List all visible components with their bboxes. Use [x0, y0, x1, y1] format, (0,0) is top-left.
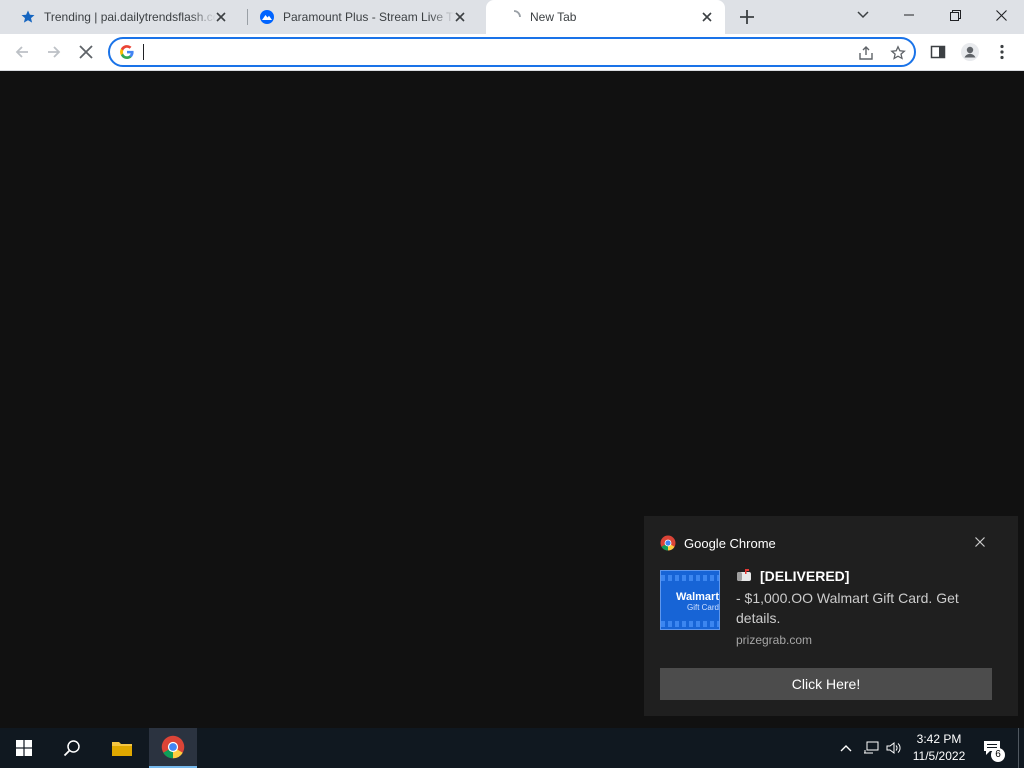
browser-toolbar — [0, 34, 1024, 71]
card-pattern — [661, 621, 719, 627]
show-desktop-button[interactable] — [1018, 728, 1019, 768]
notification-close-icon[interactable] — [972, 534, 988, 550]
notification-title: [DELIVERED] — [736, 568, 849, 584]
close-tab-icon[interactable] — [699, 9, 715, 25]
notification-source: prizegrab.com — [736, 633, 813, 647]
paramount-favicon-icon — [259, 9, 275, 25]
text-caret — [143, 44, 144, 60]
tab-search-button[interactable] — [840, 0, 886, 30]
speaker-icon — [886, 742, 901, 754]
gift-card-image: Walmart Gift Card — [660, 570, 720, 630]
search-icon — [63, 740, 80, 757]
tab-trending[interactable]: Trending | pai.dailytrendsflash.com — [0, 0, 239, 34]
side-panel-button[interactable] — [924, 38, 952, 66]
clock-time: 3:42 PM — [916, 732, 962, 746]
network-button[interactable] — [861, 738, 881, 758]
tab-title: Paramount Plus - Stream Live TV — [283, 10, 455, 24]
chrome-logo-icon — [660, 535, 676, 551]
chevron-up-icon — [840, 745, 852, 752]
notification-title-text: [DELIVERED] — [760, 568, 850, 584]
avatar-icon — [961, 43, 979, 61]
tab-paramount[interactable]: Paramount Plus - Stream Live TV — [239, 0, 478, 34]
restore-icon — [949, 9, 961, 21]
card-pattern — [661, 575, 719, 581]
folder-icon — [112, 742, 132, 756]
address-input[interactable] — [142, 42, 846, 64]
back-button[interactable] — [8, 38, 36, 66]
notification-toast[interactable]: Google Chrome Walmart Gift Card [DELIVER… — [644, 516, 1018, 716]
tab-title: Trending | pai.dailytrendsflash.com — [44, 10, 216, 24]
tab-new-tab[interactable]: New Tab — [486, 0, 725, 34]
tab-title: New Tab — [530, 10, 577, 24]
network-icon — [864, 741, 879, 754]
menu-button[interactable] — [988, 38, 1016, 66]
close-tab-icon[interactable] — [213, 9, 229, 25]
mailbox-icon — [737, 569, 751, 581]
forward-button[interactable] — [40, 38, 68, 66]
search-button[interactable] — [48, 728, 96, 768]
notification-header: Google Chrome — [660, 535, 776, 551]
show-hidden-icons-button[interactable] — [836, 738, 856, 758]
gift-card-subtitle: Gift Card — [686, 603, 719, 612]
clock-date: 11/5/2022 — [912, 749, 966, 763]
notification-body: - $1,000.OO Walmart Gift Card. Get detai… — [736, 590, 959, 626]
new-tab-button[interactable] — [737, 7, 757, 27]
restore-button[interactable] — [932, 0, 978, 30]
notification-count-badge: 6 — [991, 748, 1005, 762]
volume-button[interactable] — [884, 738, 904, 758]
stop-loading-button[interactable] — [72, 38, 100, 66]
minimize-icon — [904, 14, 914, 16]
arrow-left-icon — [15, 46, 28, 58]
taskbar-clock[interactable]: 3:42 PM 11/5/2022 — [905, 731, 973, 765]
notification-app-name: Google Chrome — [684, 535, 776, 551]
start-button[interactable] — [0, 728, 48, 768]
close-icon — [995, 9, 1007, 21]
tab-strip: Trending | pai.dailytrendsflash.com Para… — [0, 0, 1024, 34]
windows-logo-icon — [16, 740, 32, 756]
side-panel-icon — [930, 45, 946, 59]
star-favicon-icon — [20, 9, 36, 25]
close-window-button[interactable] — [978, 0, 1024, 30]
kebab-menu-icon — [1000, 44, 1004, 60]
file-explorer-button[interactable] — [98, 728, 146, 768]
share-icon[interactable] — [856, 43, 876, 63]
windows-taskbar: 3:42 PM 11/5/2022 6 — [0, 728, 1024, 768]
gift-card-brand: Walmart — [676, 591, 719, 603]
loading-spinner-icon — [506, 9, 522, 25]
chevron-down-icon — [857, 11, 869, 19]
google-g-icon — [119, 44, 135, 60]
close-icon — [79, 45, 93, 59]
close-tab-icon[interactable] — [452, 9, 468, 25]
chrome-taskbar-button[interactable] — [149, 728, 197, 768]
chrome-logo-icon — [161, 735, 185, 759]
click-here-button[interactable]: Click Here! — [660, 668, 992, 700]
minimize-button[interactable] — [886, 0, 932, 30]
address-bar[interactable] — [108, 37, 916, 67]
profile-button[interactable] — [956, 38, 984, 66]
arrow-right-icon — [48, 46, 61, 58]
plus-icon — [740, 10, 754, 24]
bookmark-star-icon[interactable] — [888, 43, 908, 63]
